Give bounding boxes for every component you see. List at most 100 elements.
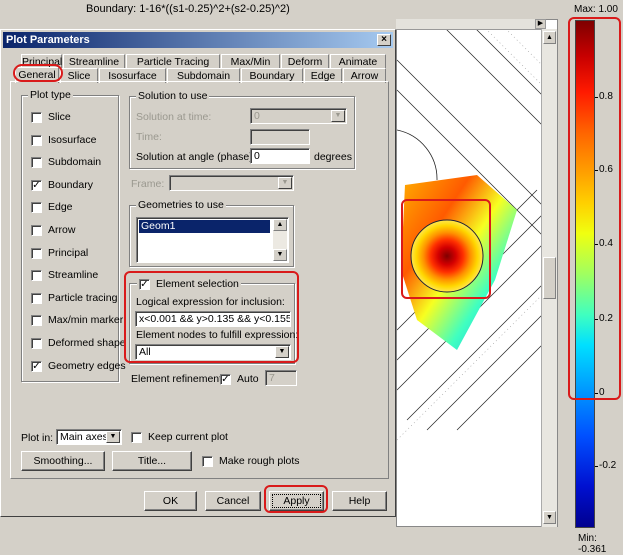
plot-in-select[interactable]: Main axes ▼ [56, 429, 122, 445]
solution-at-time-label: Solution at time: [136, 111, 212, 123]
plot-in-label: Plot in: [21, 432, 54, 444]
apply-button[interactable]: Apply [269, 491, 324, 511]
colorbar-tick: 0 [599, 387, 605, 398]
hot-spot [410, 219, 484, 293]
plot-type-label: Deformed shape [48, 337, 126, 349]
dialog-titlebar[interactable]: Plot Parameters × [3, 32, 393, 48]
checkbox-icon[interactable] [202, 455, 213, 467]
colorbar-tick: 0.6 [599, 164, 613, 175]
angle-field[interactable]: 0 [250, 148, 310, 164]
colorbar-tick: 0.8 [599, 91, 613, 102]
plot-type-label: Particle tracing [48, 292, 118, 304]
title-button[interactable]: Title... [112, 451, 192, 471]
keep-current-label: Keep current plot [148, 431, 228, 443]
plot-area[interactable] [396, 19, 558, 527]
checkbox-icon[interactable] [31, 269, 42, 281]
list-scrollbar[interactable]: ▲ ▼ [273, 219, 287, 261]
element-refinement-label: Element refinement: [131, 373, 225, 385]
logical-expression-field[interactable]: x<0.001 && y>0.135 && y<0.155 [135, 311, 291, 327]
plot-type-max-min-marker-checkbox[interactable]: Max/min marker [31, 313, 123, 327]
checkbox-icon[interactable] [131, 431, 142, 443]
solution-at-time-select[interactable]: 0 ▼ [250, 108, 347, 124]
tab-deform[interactable]: Deform [281, 54, 329, 69]
time-field[interactable] [250, 129, 310, 145]
geometries-list[interactable]: Geom1 ▲ ▼ [136, 217, 289, 263]
list-item[interactable]: Geom1 [139, 220, 270, 233]
plot-type-isosurface-checkbox[interactable]: Isosurface [31, 133, 96, 147]
frame-label: Frame: [131, 178, 165, 190]
chevron-down-icon[interactable]: ▼ [331, 110, 345, 122]
dialog-title: Plot Parameters [6, 34, 90, 46]
horizontal-scrollbar[interactable]: ▶ [396, 19, 546, 30]
colorbar-tick: 0.2 [599, 313, 613, 324]
plot-canvas [396, 19, 558, 441]
scroll-down-icon[interactable]: ▼ [543, 511, 556, 524]
chevron-down-icon[interactable]: ▼ [278, 177, 292, 189]
checkbox-icon[interactable] [31, 156, 42, 168]
plot-type-particle-tracing-checkbox[interactable]: Particle tracing [31, 291, 117, 305]
plot-type-label: Streamline [48, 269, 99, 281]
plot-type-streamline-checkbox[interactable]: Streamline [31, 268, 98, 282]
element-nodes-select[interactable]: All ▼ [135, 344, 291, 360]
checkbox-icon[interactable]: ✓ [31, 360, 42, 372]
scroll-up-icon[interactable]: ▲ [543, 31, 556, 44]
plot-type-boundary-checkbox[interactable]: ✓ Boundary [31, 178, 93, 192]
refinement-field[interactable]: 7 [265, 370, 297, 386]
checkbox-icon[interactable] [31, 337, 42, 349]
checkbox-icon[interactable] [31, 111, 42, 123]
plot-type-principal-checkbox[interactable]: Principal [31, 246, 88, 260]
time-label: Time: [136, 131, 162, 143]
checkbox-icon[interactable]: ✓ [220, 373, 231, 385]
plot-parameters-dialog: Plot Parameters × Principal Streamline P… [0, 29, 396, 517]
rough-plots-checkbox[interactable]: Make rough plots [202, 454, 300, 468]
plot-type-label: Slice [48, 111, 71, 123]
plot-type-edge-checkbox[interactable]: Edge [31, 200, 73, 214]
boundary-expression: Boundary: 1-16*((s1-0.25)^2+(s2-0.25)^2) [86, 3, 290, 15]
checkbox-icon[interactable] [31, 201, 42, 213]
plot-type-label: Arrow [48, 224, 76, 236]
checkbox-icon[interactable] [31, 292, 42, 304]
tab-animate[interactable]: Animate [330, 54, 386, 69]
tab-streamline[interactable]: Streamline [63, 54, 125, 69]
keep-current-checkbox[interactable]: Keep current plot [131, 430, 228, 444]
scrollbar-thumb[interactable] [543, 257, 556, 299]
plot-type-title: Plot type [28, 89, 73, 101]
frame-select[interactable]: ▼ [169, 175, 294, 191]
plot-type-label: Isosurface [48, 134, 97, 146]
element-selection-label: Element selection [156, 278, 239, 290]
plot-type-geometry-edges-checkbox[interactable]: ✓ Geometry edges [31, 359, 126, 373]
checkbox-icon[interactable] [31, 134, 42, 146]
colorbar-tick: -0.2 [599, 460, 617, 471]
help-button[interactable]: Help [332, 491, 387, 511]
plot-type-label: Max/min marker [48, 314, 124, 326]
ok-button[interactable]: OK [144, 491, 197, 511]
plot-type-subdomain-checkbox[interactable]: Subdomain [31, 155, 101, 169]
checkbox-icon[interactable]: ✓ [139, 278, 150, 290]
angle-unit: degrees [314, 151, 352, 163]
checkbox-icon[interactable] [31, 247, 42, 259]
checkbox-icon[interactable] [31, 224, 42, 236]
checkbox-icon[interactable] [31, 314, 42, 326]
scroll-right-icon[interactable]: ▶ [535, 19, 546, 29]
plot-type-label: Boundary [48, 179, 93, 191]
tab-maxmin[interactable]: Max/Min [221, 54, 280, 69]
vertical-scrollbar[interactable]: ▲ ▼ [541, 29, 557, 527]
auto-checkbox[interactable]: ✓ Auto [220, 372, 259, 386]
colorbar-min: Min: -0.361 [578, 533, 607, 555]
plot-type-deformed-shape-checkbox[interactable]: Deformed shape [31, 336, 126, 350]
element-nodes-label: Element nodes to fulfill expression: [136, 329, 299, 341]
plot-type-slice-checkbox[interactable]: Slice [31, 110, 71, 124]
chevron-down-icon[interactable]: ▼ [275, 346, 289, 358]
cancel-button[interactable]: Cancel [205, 491, 261, 511]
chevron-down-icon[interactable]: ▼ [106, 431, 120, 443]
plot-type-label: Subdomain [48, 156, 102, 168]
close-icon[interactable]: × [377, 34, 391, 46]
plot-type-arrow-checkbox[interactable]: Arrow [31, 223, 75, 237]
checkbox-icon[interactable]: ✓ [31, 179, 42, 191]
scroll-down-icon[interactable]: ▼ [273, 249, 287, 261]
colorbar [575, 20, 595, 528]
smoothing-button[interactable]: Smoothing... [21, 451, 105, 471]
scroll-up-icon[interactable]: ▲ [273, 219, 287, 231]
element-selection-checkbox[interactable]: ✓ Element selection [137, 277, 241, 291]
tab-particle-tracing[interactable]: Particle Tracing [126, 54, 220, 69]
